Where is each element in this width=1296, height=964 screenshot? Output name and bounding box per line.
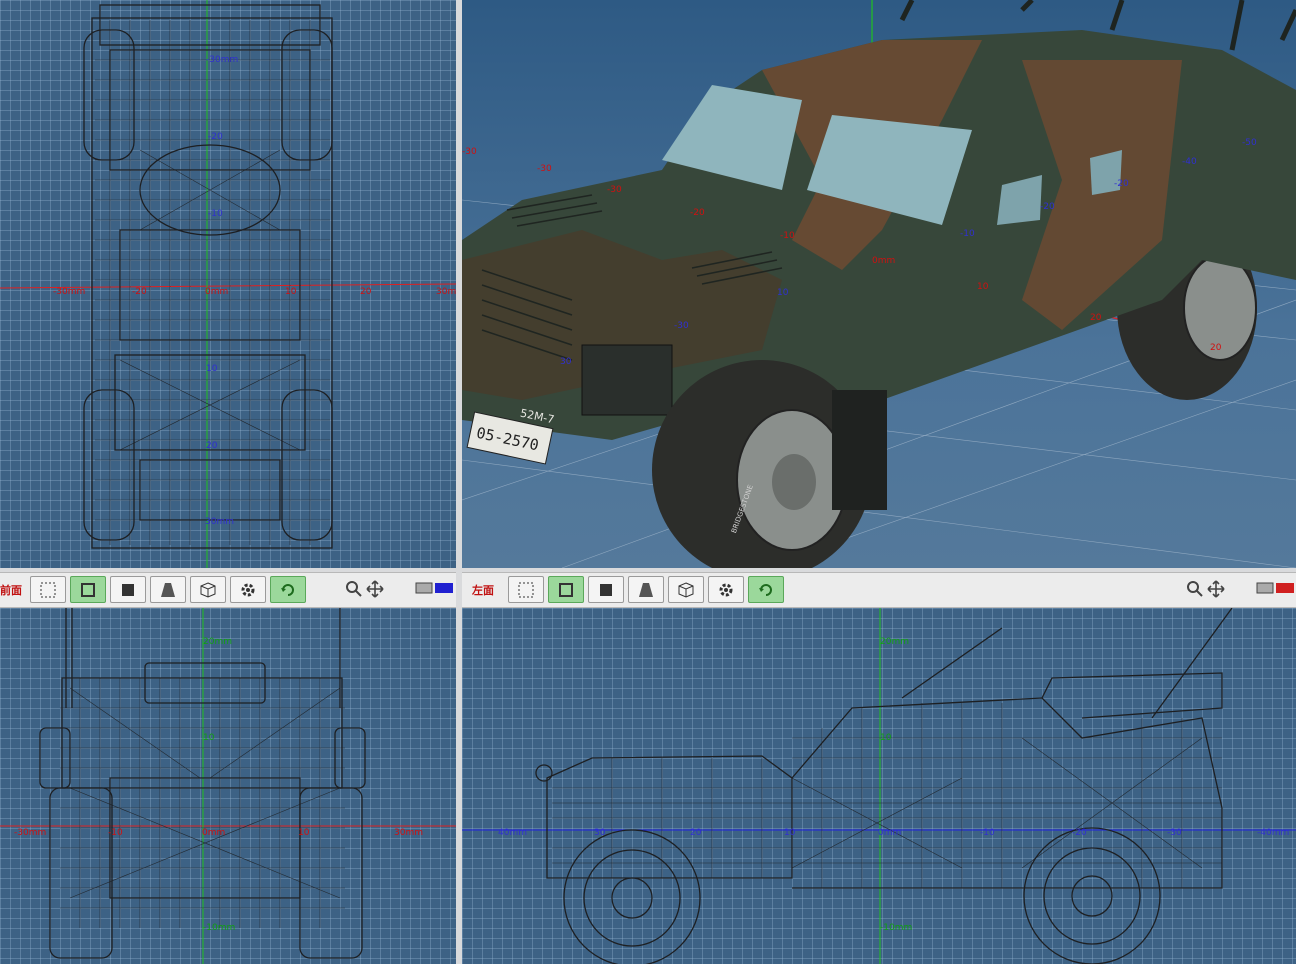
axis-label: -10 [208, 209, 223, 219]
settings-button[interactable] [230, 576, 266, 603]
texture-button[interactable] [668, 576, 704, 603]
rotate-button[interactable] [270, 576, 306, 603]
left-wireframe [462, 608, 1296, 964]
toolbar-front: 前面 [0, 572, 456, 608]
axis-label: 30 [594, 828, 606, 838]
axis-label: -30 [462, 147, 477, 157]
front-wireframe [0, 608, 456, 964]
perspective-icon [161, 582, 175, 597]
settings-button[interactable] [708, 576, 744, 603]
axis-label: -20 [1040, 202, 1055, 212]
solid-button[interactable] [110, 576, 146, 603]
axis-label: -50 [1242, 138, 1257, 148]
move-icon[interactable] [1207, 578, 1225, 600]
axis-label: -40 [1182, 157, 1197, 167]
axis-label: 30m [436, 287, 456, 297]
axis-label: 20mm [203, 637, 232, 647]
axis-label: 40mm [498, 828, 527, 838]
axis-label: -20 [1114, 179, 1129, 189]
axis-label: 10 [298, 828, 310, 838]
axis-label: -20 [132, 287, 147, 297]
axis-label: 10 [784, 828, 796, 838]
solid-square-icon [600, 583, 612, 596]
viewport-left[interactable]: 20mm 10 -10mm 40mm 30 20 10 0mm -10 -20 … [462, 608, 1296, 964]
axis-label: 0mm [202, 828, 226, 838]
axis-label: 0mm [205, 287, 229, 297]
zoom-icon[interactable] [1186, 578, 1204, 600]
wireframe-button[interactable] [70, 576, 106, 603]
axis-label: 10 [880, 733, 892, 743]
axis-label: 20 [1090, 313, 1102, 323]
perspective-button[interactable] [628, 576, 664, 603]
axis-label: -20 [690, 208, 705, 218]
select-rect-icon [40, 582, 56, 597]
view-label-front: 前面 [0, 584, 22, 597]
solid-square-icon [122, 583, 134, 596]
gear-icon [241, 583, 255, 596]
viewport-top[interactable]: -30mm -20 -10 10 20 30mm -30mm -20 0mm 1… [0, 0, 456, 568]
axis-label: 10 [203, 733, 215, 743]
axis-label: 30mm [205, 517, 234, 527]
axis-label: -30 [537, 164, 552, 174]
axis-label: 30mm [394, 828, 423, 838]
toolbar-left-view: 左面 [462, 572, 1296, 608]
axis-label: -10 [980, 828, 995, 838]
viewport-perspective[interactable]: -30 -30 -20 -10 0mm 10 20 20 -10 -20 -40… [462, 0, 1296, 568]
axis-label: 20 [206, 441, 218, 451]
axis-label: -30mm [206, 55, 239, 65]
rotate-button[interactable] [748, 576, 784, 603]
axis-label: -30 [1167, 828, 1182, 838]
gear-icon [719, 583, 733, 596]
axis-label: 20mm [880, 637, 909, 647]
vehicle-render [462, 0, 1296, 568]
axis-label: -10 [108, 828, 123, 838]
axis-label: 10 [977, 282, 989, 292]
axis-label: 10 [777, 288, 789, 298]
frame-icon [559, 582, 573, 597]
select-rect-icon [518, 582, 534, 597]
top-wireframe [0, 0, 456, 568]
axis-label: -30 [607, 185, 622, 195]
axis-label: -30 [674, 321, 689, 331]
viewport-front[interactable]: 20mm 10 -10mm -30mm -10 0mm 10 30mm [0, 608, 456, 964]
axis-label: 20 [360, 287, 372, 297]
cube-icon [200, 581, 216, 598]
wireframe-button[interactable] [548, 576, 584, 603]
axis-label: 0mm [878, 828, 902, 838]
axis-label: 10 [285, 287, 297, 297]
display-icon[interactable] [1256, 578, 1296, 600]
axis-label: -10mm [880, 923, 913, 933]
axis-label: -20 [208, 132, 223, 142]
move-icon[interactable] [366, 578, 384, 600]
axis-label: -10 [780, 231, 795, 241]
solid-button[interactable] [588, 576, 624, 603]
frame-icon [81, 582, 95, 597]
axis-label: 30 [560, 357, 572, 367]
rotate-icon [759, 583, 772, 596]
axis-label: 0mm [872, 256, 896, 266]
rotate-icon [281, 583, 294, 596]
axis-label: -10mm [203, 923, 236, 933]
axis-label: 10 [206, 364, 218, 374]
cube-icon [678, 581, 694, 598]
display-icon[interactable] [415, 578, 455, 600]
axis-label: -30mm [53, 287, 86, 297]
axis-label: -20 [1072, 828, 1087, 838]
axis-label: 20 [690, 828, 702, 838]
perspective-button[interactable] [150, 576, 186, 603]
axis-label: -40mm [1257, 828, 1290, 838]
zoom-icon[interactable] [345, 578, 363, 600]
axis-label: 20 [1210, 343, 1222, 353]
select-rect-button[interactable] [508, 576, 544, 603]
texture-button[interactable] [190, 576, 226, 603]
view-label-left: 左面 [472, 584, 494, 597]
perspective-icon [639, 582, 653, 597]
axis-label: -10 [960, 229, 975, 239]
select-rect-button[interactable] [30, 576, 66, 603]
axis-label: -30mm [14, 828, 47, 838]
